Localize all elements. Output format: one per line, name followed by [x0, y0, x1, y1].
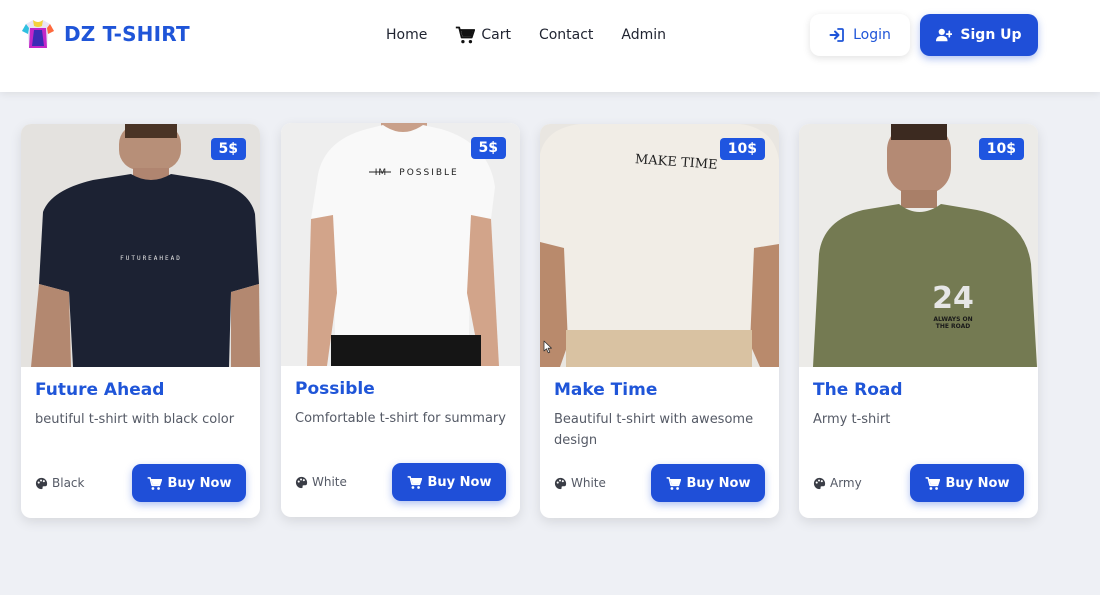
tshirt-logo-icon — [22, 20, 54, 48]
product-description: Comfortable t-shirt for summary — [295, 411, 506, 426]
cart-icon — [456, 26, 476, 44]
product-description: beutiful t-shirt with black color — [35, 412, 235, 427]
product-card: IM POSSIBLE 5$ Possible Comfortable t-sh… — [281, 123, 520, 517]
product-title[interactable]: Future Ahead — [35, 380, 164, 400]
user-plus-icon — [936, 28, 953, 42]
price-badge: 5$ — [210, 138, 246, 160]
nav-admin[interactable]: Admin — [621, 27, 666, 43]
shirt-print-strike-text: IM — [375, 168, 387, 178]
product-image[interactable]: IM POSSIBLE 5$ — [281, 123, 520, 366]
nav-cart-label: Cart — [481, 27, 511, 43]
product-color: Army — [813, 476, 862, 490]
shirt-print-sub1-text: ALWAYS ON — [933, 316, 972, 323]
product-color-label: White — [571, 476, 606, 490]
product-card: 24 ALWAYS ON THE ROAD 10$ The Road Army … — [799, 124, 1038, 518]
palette-icon — [554, 477, 567, 489]
product-color-label: Army — [830, 476, 862, 490]
product-description: Beautiful t-shirt with awesome design — [554, 412, 754, 448]
buy-now-label: Buy Now — [427, 474, 492, 490]
price-badge: 5$ — [470, 137, 506, 159]
product-photo: 24 ALWAYS ON THE ROAD — [799, 124, 1038, 367]
nav-home[interactable]: Home — [386, 27, 427, 43]
brand-link[interactable]: DZ T-SHIRT — [20, 16, 190, 52]
product-color-label: Black — [52, 476, 85, 490]
product-color: Black — [35, 476, 84, 490]
product-photo: MAKE TIME — [540, 124, 779, 367]
nav-cart[interactable]: Cart — [455, 25, 511, 45]
cart-icon — [666, 476, 681, 490]
palette-icon — [813, 477, 826, 489]
shirt-print-text: 24 — [932, 281, 974, 316]
signup-label: Sign Up — [960, 27, 1022, 43]
palette-icon — [35, 477, 48, 489]
palette-icon — [295, 476, 308, 488]
product-color: White — [554, 476, 606, 490]
nav-contact-label: Contact — [538, 27, 594, 43]
brand-name: DZ T-SHIRT — [64, 22, 190, 46]
sign-in-icon — [829, 28, 845, 42]
product-title[interactable]: Make Time — [554, 380, 657, 400]
navbar: DZ T-SHIRT Home Cart Contact Admin Login — [0, 0, 1100, 92]
product-color: White — [295, 475, 347, 489]
buy-now-button[interactable]: Buy Now — [392, 463, 506, 501]
product-image[interactable]: MAKE TIME 10$ — [540, 124, 779, 367]
price-badge: 10$ — [719, 138, 765, 160]
nav-admin-label: Admin — [621, 27, 667, 43]
product-photo: FUTUREAHEAD — [21, 124, 260, 367]
main-nav: Home Cart Contact Admin — [372, 22, 680, 48]
product-title[interactable]: The Road — [813, 380, 903, 400]
product-image[interactable]: FUTUREAHEAD 5$ — [21, 124, 260, 367]
buy-now-button[interactable]: Buy Now — [910, 464, 1024, 502]
buy-now-button[interactable]: Buy Now — [651, 464, 765, 502]
buy-now-button[interactable]: Buy Now — [132, 464, 246, 502]
product-image[interactable]: 24 ALWAYS ON THE ROAD 10$ — [799, 124, 1038, 367]
product-title[interactable]: Possible — [295, 379, 375, 399]
price-badge: 10$ — [978, 138, 1024, 160]
cart-icon — [925, 476, 940, 490]
shirt-print-text: POSSIBLE — [399, 168, 458, 178]
shirt-print-text: FUTUREAHEAD — [120, 255, 182, 262]
login-button[interactable]: Login — [810, 14, 910, 56]
buy-now-label: Buy Now — [686, 475, 751, 491]
buy-now-label: Buy Now — [945, 475, 1010, 491]
shirt-print-sub2-text: THE ROAD — [936, 323, 971, 330]
nav-home-label: Home — [386, 27, 428, 43]
mouse-cursor-icon — [543, 340, 552, 354]
product-color-label: White — [312, 475, 347, 489]
nav-contact[interactable]: Contact — [539, 27, 593, 43]
product-description: Army t-shirt — [813, 412, 891, 427]
product-photo: IM POSSIBLE — [281, 123, 520, 366]
buy-now-label: Buy Now — [167, 475, 232, 491]
cart-icon — [407, 475, 422, 489]
product-card: FUTUREAHEAD 5$ Future Ahead beutiful t-s… — [21, 124, 260, 518]
cart-icon — [147, 476, 162, 490]
product-card: MAKE TIME 10$ Make Time Beautiful t-shir… — [540, 124, 779, 518]
signup-button[interactable]: Sign Up — [920, 14, 1038, 56]
login-label: Login — [853, 27, 891, 43]
